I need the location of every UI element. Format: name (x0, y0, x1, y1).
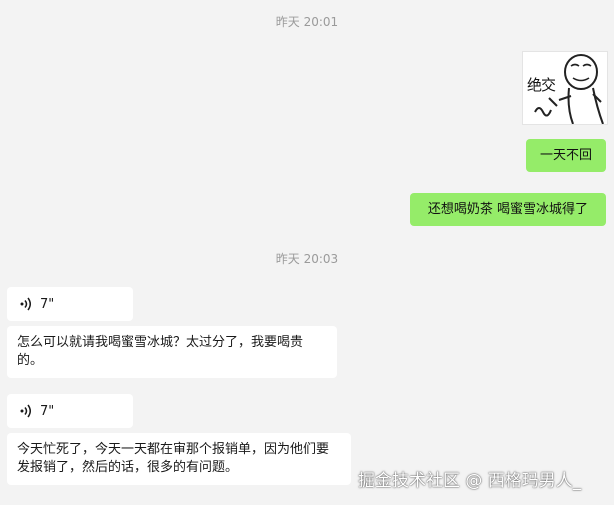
voice-wave-icon (20, 404, 31, 418)
sticker-caption: 绝交 (527, 76, 556, 94)
voice-message-bubble[interactable]: 7" (7, 394, 133, 428)
voice-message-bubble[interactable]: 7" (7, 287, 133, 321)
chat-window: 昨天 20:01 绝交 一天不回 还想喝奶茶 喝蜜雪冰城得了 昨天 20:03 … (0, 0, 614, 505)
received-message-bubble[interactable]: 怎么可以就请我喝蜜雪冰城？太过分了，我要喝贵的。 (7, 326, 337, 378)
sticker-message[interactable]: 绝交 (522, 51, 608, 125)
timestamp: 昨天 20:03 (275, 252, 339, 266)
voice-duration: 7" (40, 403, 55, 419)
sent-message-bubble[interactable]: 一天不回 (526, 139, 606, 172)
watermark: 掘金技术社区 @ 西格玛男人_ (358, 471, 582, 491)
sent-message-bubble[interactable]: 还想喝奶茶 喝蜜雪冰城得了 (410, 193, 606, 226)
voice-wave-icon (20, 297, 31, 311)
received-message-bubble[interactable]: 今天忙死了，今天一天都在审那个报销单，因为他们要发报销了，然后的话，很多的有问题… (7, 433, 351, 485)
voice-duration: 7" (40, 296, 55, 312)
timestamp: 昨天 20:01 (275, 15, 339, 29)
